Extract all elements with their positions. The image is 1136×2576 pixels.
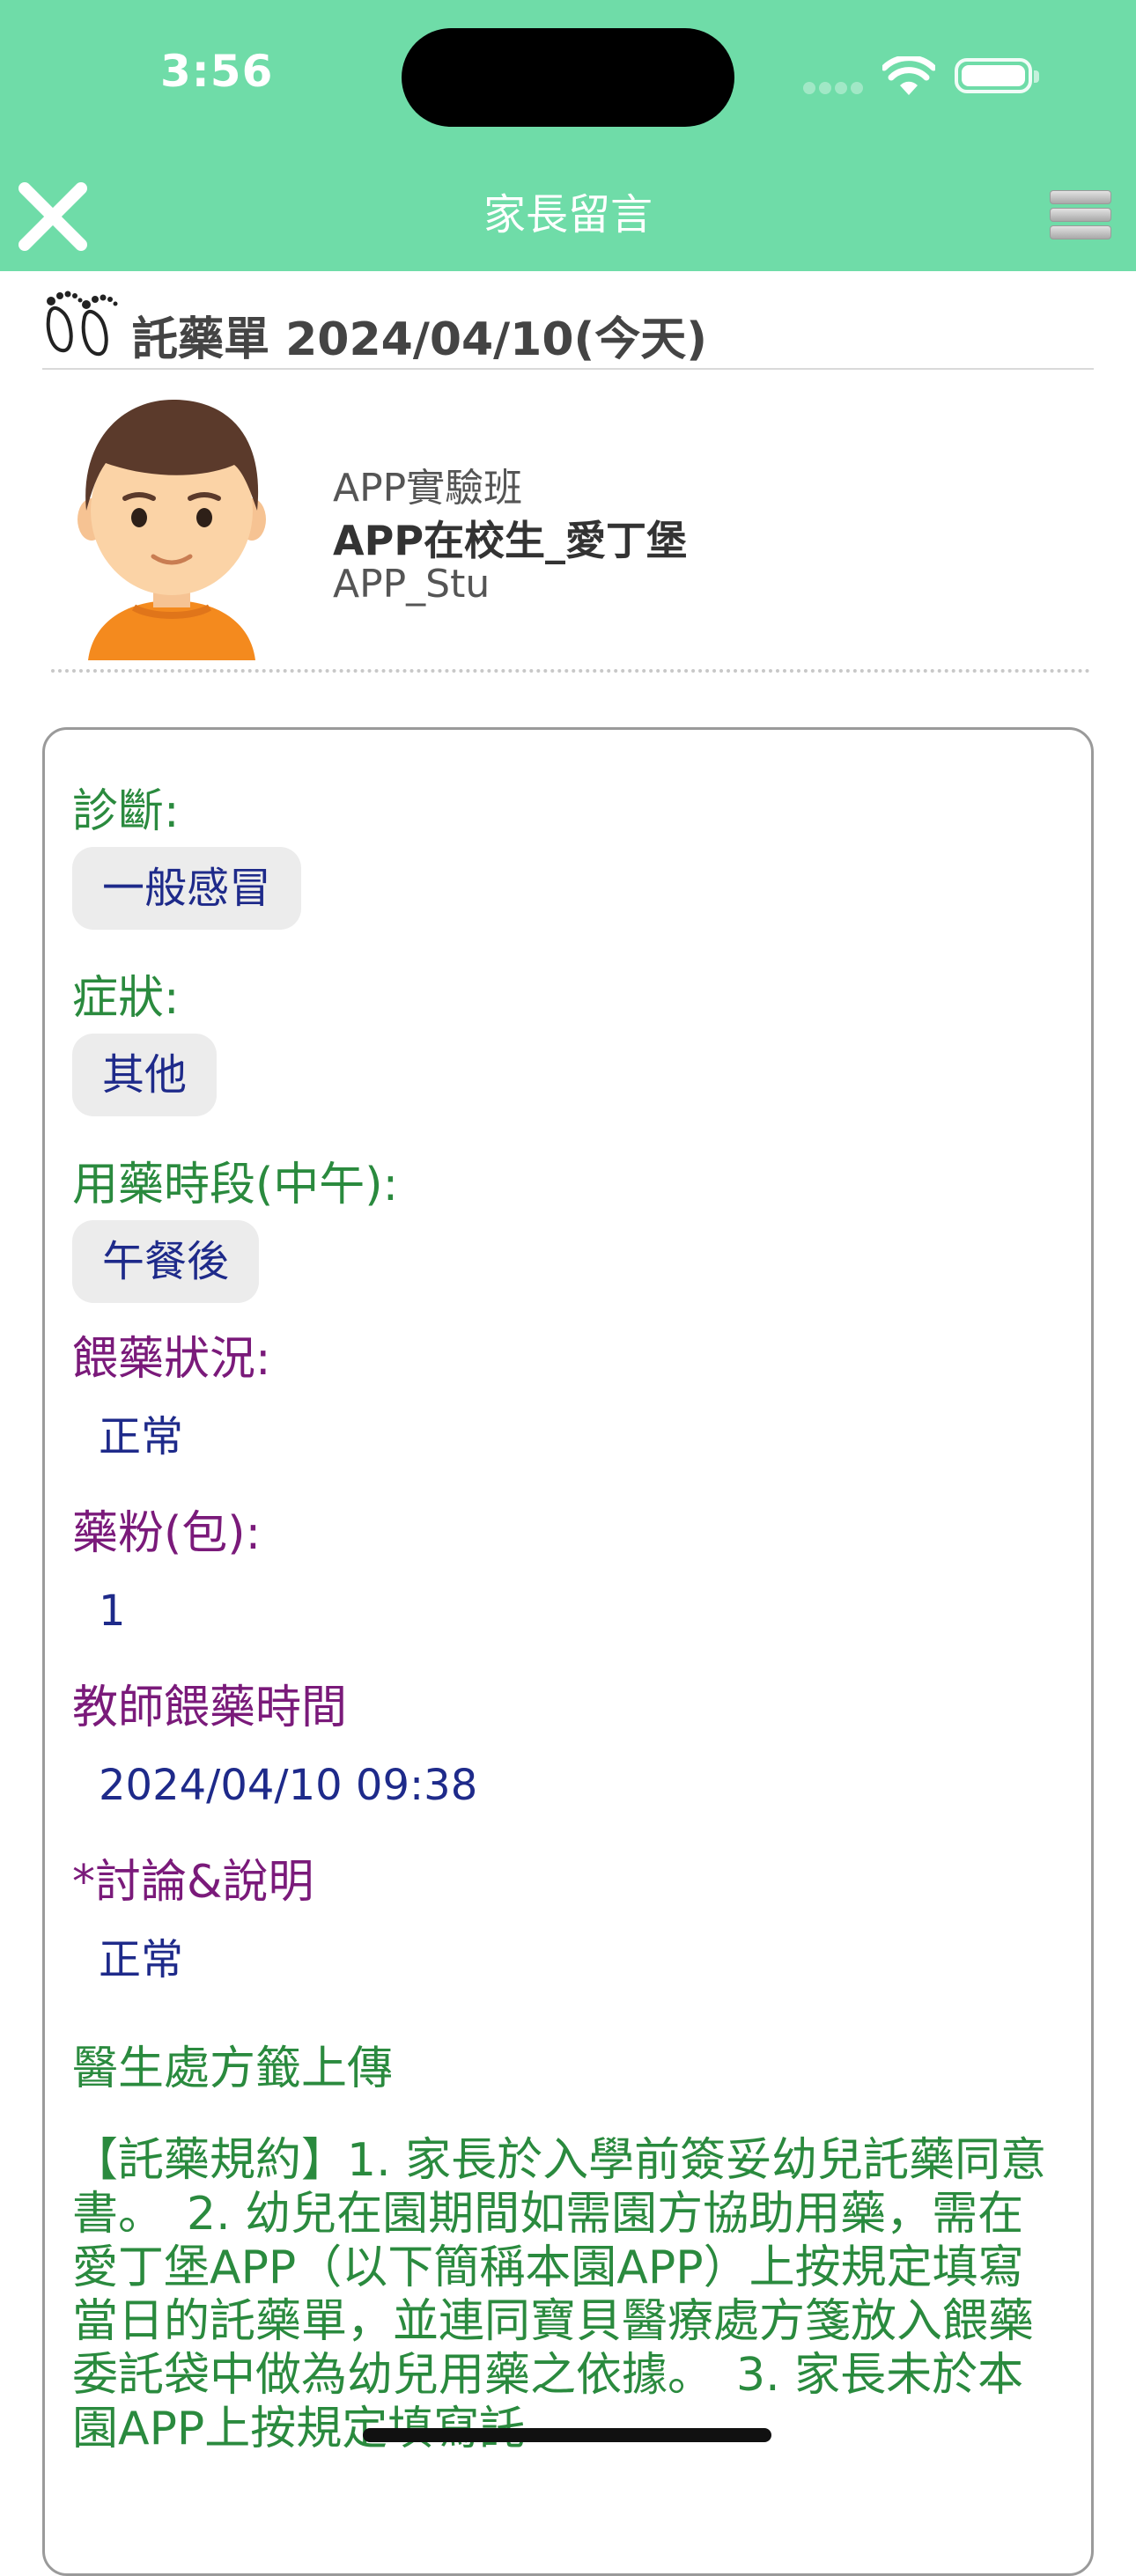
status-time: 3:56 xyxy=(160,46,274,97)
dynamic-island xyxy=(402,28,734,127)
feeding-status-label: 餵藥狀況: xyxy=(72,1333,271,1386)
teacher-time-label: 教師餵藥時間 xyxy=(72,1682,348,1734)
symptom-label: 症狀: xyxy=(72,972,180,1025)
diagnosis-chip: 一般感冒 xyxy=(72,847,302,930)
student-name: APP在校生_愛丁堡 xyxy=(333,517,688,564)
discussion-value: 正常 xyxy=(99,1935,184,1984)
wifi-icon xyxy=(882,56,935,95)
student-id: APP_Stu xyxy=(333,562,491,607)
footprints-icon xyxy=(46,291,118,357)
close-icon xyxy=(18,182,87,251)
menu-button[interactable] xyxy=(1050,190,1111,248)
student-avatar xyxy=(77,399,266,660)
menu-icon xyxy=(1050,190,1111,204)
powder-value: 1 xyxy=(99,1586,126,1636)
time-slot-chip: 午餐後 xyxy=(72,1220,260,1303)
divider xyxy=(42,368,1094,370)
feeding-status-value: 正常 xyxy=(99,1412,184,1461)
page-title: 家長留言 xyxy=(483,190,653,239)
battery-icon xyxy=(955,58,1039,93)
record-title: 託藥單 2024/04/10(今天) xyxy=(132,313,708,366)
diagnosis-label: 診斷: xyxy=(72,785,180,838)
dotted-divider xyxy=(51,669,1090,673)
close-button[interactable] xyxy=(16,180,90,254)
teacher-time-value: 2024/04/10 09:38 xyxy=(99,1761,478,1810)
cellular-signal-icon xyxy=(803,81,867,98)
class-name: APP實驗班 xyxy=(333,466,523,511)
powder-label: 藥粉(包): xyxy=(72,1507,262,1560)
prescription-upload-label[interactable]: 醫生處方籤上傳 xyxy=(72,2039,393,2099)
discussion-label: *討論&說明 xyxy=(72,1856,314,1909)
medication-terms-text: 【託藥規約】1. 家長於入學前簽妥幼兒託藥同意書。 2. 幼兒在園期間如需園方協… xyxy=(72,2134,1047,2455)
time-slot-label: 用藥時段(中午): xyxy=(72,1159,399,1211)
home-indicator xyxy=(363,2428,771,2442)
symptom-chip: 其他 xyxy=(72,1034,218,1116)
